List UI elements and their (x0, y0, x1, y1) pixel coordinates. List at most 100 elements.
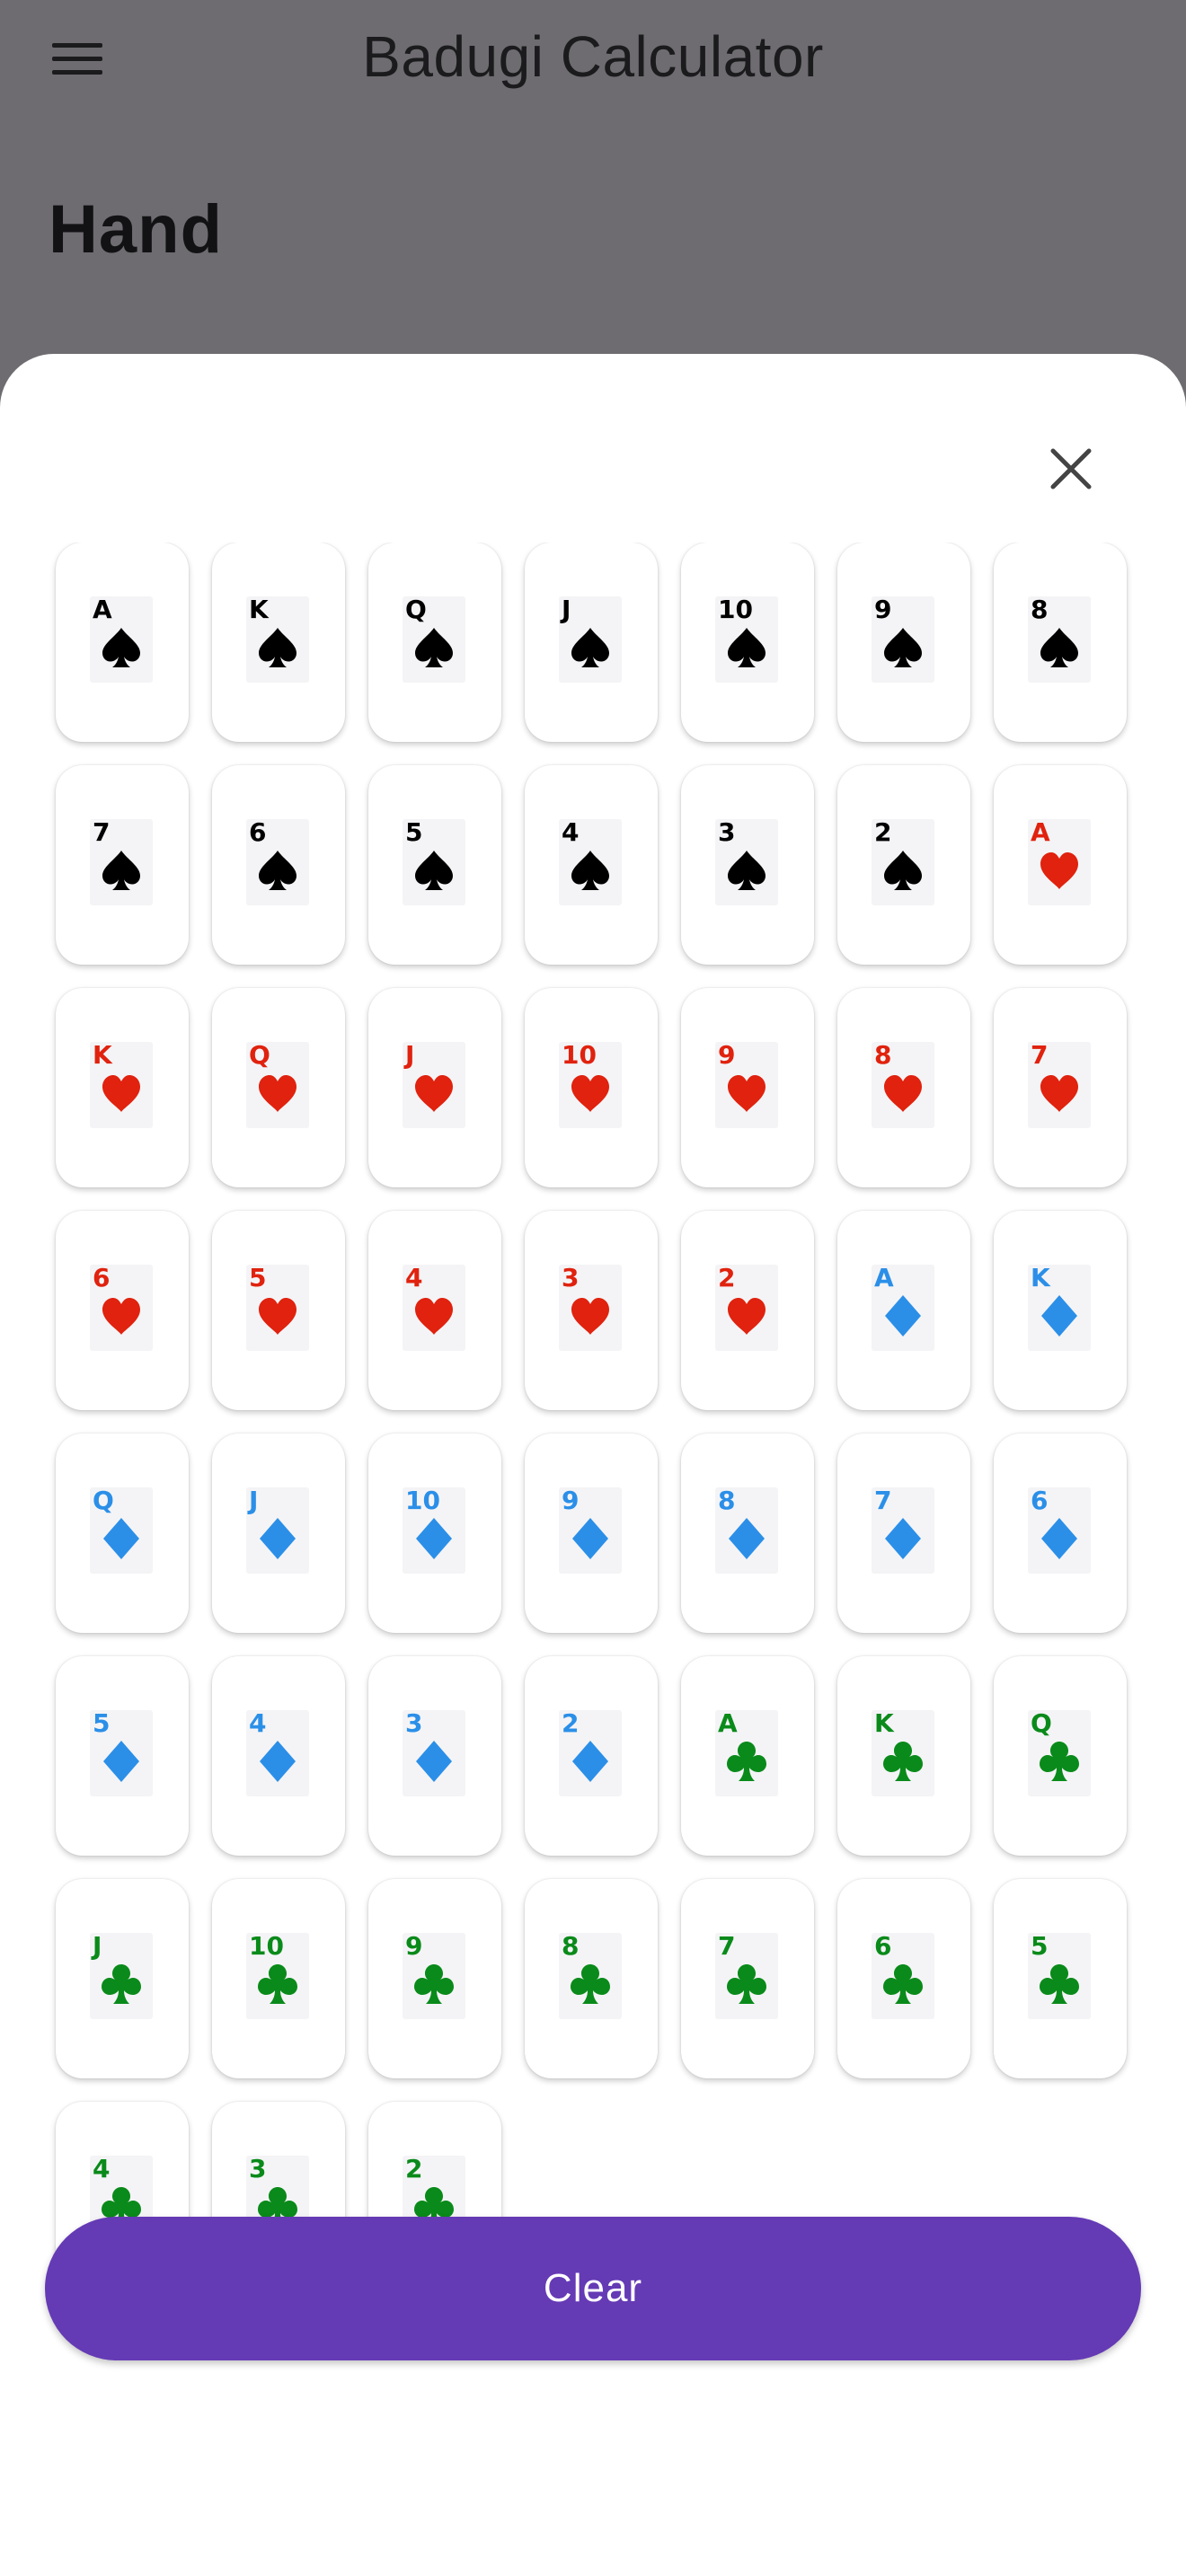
diamond-icon (572, 1518, 608, 1559)
heart-icon (1040, 1075, 1078, 1112)
card-3-hearts[interactable]: 3 (525, 1211, 658, 1410)
card-rank: 9 (718, 1040, 736, 1070)
card-a-diamonds[interactable]: A (837, 1211, 970, 1410)
diamond-icon (885, 1295, 921, 1337)
card-face: 6 (872, 1933, 934, 2019)
card-2-diamonds[interactable]: 2 (525, 1656, 658, 1856)
card-9-clubs[interactable]: 9 (368, 1879, 501, 2078)
heart-icon (102, 1298, 140, 1335)
card-rank: 4 (249, 1708, 267, 1738)
card-q-clubs[interactable]: Q (994, 1656, 1127, 1856)
card-rank: 6 (93, 1263, 111, 1292)
card-a-hearts[interactable]: A (994, 765, 1127, 965)
card-k-diamonds[interactable]: K (994, 1211, 1127, 1410)
card-j-diamonds[interactable]: J (212, 1434, 345, 1633)
card-q-diamonds[interactable]: Q (56, 1434, 189, 1633)
club-icon (727, 1742, 766, 1781)
card-10-hearts[interactable]: 10 (525, 988, 658, 1187)
card-rank: Q (249, 1040, 270, 1070)
card-face: 9 (403, 1933, 465, 2019)
card-6-diamonds[interactable]: 6 (994, 1434, 1127, 1633)
card-8-clubs[interactable]: 8 (525, 1879, 658, 2078)
card-9-spades[interactable]: 9 (837, 543, 970, 742)
card-face: 10 (715, 596, 778, 683)
card-2-spades[interactable]: 2 (837, 765, 970, 965)
card-face: J (90, 1933, 153, 2019)
card-face: 7 (1028, 1042, 1091, 1128)
card-rank: 8 (874, 1040, 892, 1070)
heart-icon (1040, 852, 1078, 889)
card-k-spades[interactable]: K (212, 543, 345, 742)
card-k-hearts[interactable]: K (56, 988, 189, 1187)
card-q-hearts[interactable]: Q (212, 988, 345, 1187)
card-rank: Q (1031, 1708, 1052, 1738)
heart-icon (728, 1075, 766, 1112)
card-9-diamonds[interactable]: 9 (525, 1434, 658, 1633)
card-6-hearts[interactable]: 6 (56, 1211, 189, 1410)
spade-icon (102, 628, 140, 667)
card-j-hearts[interactable]: J (368, 988, 501, 1187)
spade-icon (259, 628, 296, 667)
diamond-icon (416, 1741, 452, 1782)
card-face: Q (1028, 1710, 1091, 1796)
card-10-spades[interactable]: 10 (681, 543, 814, 742)
card-rank: A (1031, 817, 1050, 847)
card-7-spades[interactable]: 7 (56, 765, 189, 965)
card-rank: 4 (93, 2154, 111, 2183)
card-6-clubs[interactable]: 6 (837, 1879, 970, 2078)
card-3-spades[interactable]: 3 (681, 765, 814, 965)
card-j-clubs[interactable]: J (56, 1879, 189, 2078)
card-5-clubs[interactable]: 5 (994, 1879, 1127, 2078)
card-rank: 7 (874, 1486, 892, 1515)
card-a-clubs[interactable]: A (681, 1656, 814, 1856)
card-7-clubs[interactable]: 7 (681, 1879, 814, 2078)
card-4-spades[interactable]: 4 (525, 765, 658, 965)
club-icon (1040, 1742, 1079, 1781)
card-grid: A K Q J 10 9 8 7 6 5 4 3 2 A K Q J 10 9 8 7 6 5 4 3 2 A K Q J 10 9 8 7 6 5 4… (56, 543, 1134, 2301)
card-k-clubs[interactable]: K (837, 1656, 970, 1856)
card-rank: A (874, 1263, 894, 1292)
card-grid-scroll[interactable]: A K Q J 10 9 8 7 6 5 4 3 2 A K Q J 10 9 8 7 6 5 4 3 2 A K Q J 10 9 8 7 6 5 4… (0, 543, 1186, 2405)
card-8-spades[interactable]: 8 (994, 543, 1127, 742)
card-10-clubs[interactable]: 10 (212, 1879, 345, 2078)
heart-icon (415, 1298, 453, 1335)
spade-icon (728, 851, 766, 890)
card-2-hearts[interactable]: 2 (681, 1211, 814, 1410)
card-10-diamonds[interactable]: 10 (368, 1434, 501, 1633)
card-5-diamonds[interactable]: 5 (56, 1656, 189, 1856)
diamond-icon (572, 1741, 608, 1782)
card-7-hearts[interactable]: 7 (994, 988, 1127, 1187)
card-face: 7 (872, 1487, 934, 1574)
card-8-diamonds[interactable]: 8 (681, 1434, 814, 1633)
card-4-diamonds[interactable]: 4 (212, 1656, 345, 1856)
card-face: 3 (403, 1710, 465, 1796)
card-face: 3 (715, 819, 778, 905)
card-face: 6 (246, 819, 309, 905)
clear-button[interactable]: Clear (45, 2217, 1141, 2360)
card-5-spades[interactable]: 5 (368, 765, 501, 965)
diamond-icon (260, 1518, 296, 1559)
card-face: 4 (246, 1710, 309, 1796)
card-j-spades[interactable]: J (525, 543, 658, 742)
card-q-spades[interactable]: Q (368, 543, 501, 742)
card-rank: 7 (93, 817, 111, 847)
club-icon (883, 1742, 923, 1781)
card-5-hearts[interactable]: 5 (212, 1211, 345, 1410)
diamond-icon (1041, 1295, 1077, 1337)
card-4-hearts[interactable]: 4 (368, 1211, 501, 1410)
card-8-hearts[interactable]: 8 (837, 988, 970, 1187)
close-button[interactable] (1035, 433, 1107, 505)
card-rank: J (93, 1931, 102, 1961)
spade-icon (1040, 628, 1078, 667)
card-face: J (246, 1487, 309, 1574)
card-9-hearts[interactable]: 9 (681, 988, 814, 1187)
card-6-spades[interactable]: 6 (212, 765, 345, 965)
section-title: Hand (49, 191, 223, 268)
card-7-diamonds[interactable]: 7 (837, 1434, 970, 1633)
club-icon (571, 1964, 610, 2004)
card-a-spades[interactable]: A (56, 543, 189, 742)
card-face: A (90, 596, 153, 683)
card-3-diamonds[interactable]: 3 (368, 1656, 501, 1856)
close-icon (1050, 448, 1092, 490)
card-rank: K (874, 1708, 894, 1738)
